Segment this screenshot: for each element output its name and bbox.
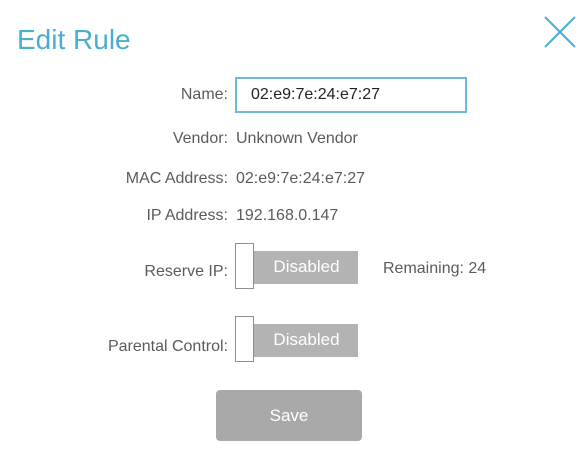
parental-control-toggle-knob[interactable] bbox=[235, 316, 254, 362]
remaining-count: Remaining: 24 bbox=[383, 260, 487, 277]
parental-control-toggle-state: Disabled bbox=[273, 330, 340, 349]
reserve-ip-label: Reserve IP: bbox=[144, 263, 228, 280]
reserve-ip-toggle[interactable]: Disabled bbox=[235, 243, 359, 291]
mac-address-value: 02:e9:7e:24:e7:27 bbox=[236, 170, 366, 187]
ip-address-value: 192.168.0.147 bbox=[236, 207, 339, 224]
vendor-label: Vendor: bbox=[172, 130, 228, 147]
save-button[interactable]: Save bbox=[216, 390, 362, 441]
mac-address-label: MAC Address: bbox=[125, 170, 228, 187]
close-button[interactable] bbox=[540, 12, 580, 52]
parental-control-toggle[interactable]: Disabled bbox=[235, 316, 359, 364]
vendor-value: Unknown Vendor bbox=[236, 130, 358, 147]
name-input[interactable] bbox=[235, 77, 467, 113]
edit-rule-dialog: Edit Rule Name: Vendor: Unknown Vendor M… bbox=[0, 0, 584, 471]
dialog-title: Edit Rule bbox=[17, 24, 131, 55]
parental-control-label: Parental Control: bbox=[107, 338, 228, 355]
ip-address-label: IP Address: bbox=[146, 207, 228, 224]
close-icon bbox=[544, 16, 576, 48]
reserve-ip-toggle-state: Disabled bbox=[273, 257, 340, 276]
reserve-ip-toggle-knob[interactable] bbox=[235, 243, 254, 289]
name-label: Name: bbox=[180, 86, 228, 103]
